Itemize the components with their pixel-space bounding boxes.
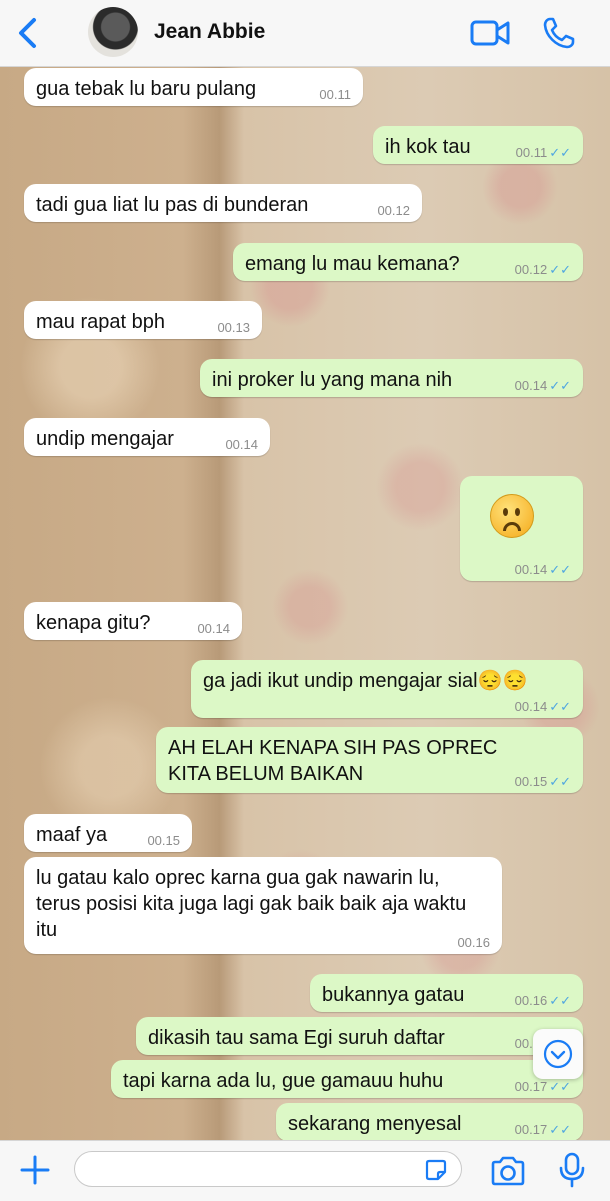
message-bubble-outgoing[interactable]: ih kok tau 00.11 ✓✓ <box>373 126 583 164</box>
message-time: 00.14 <box>514 562 548 577</box>
message-bubble-outgoing[interactable]: tapi karna ada lu, gue gamauu huhu 00.17… <box>111 1060 583 1098</box>
chat-header: Jean Abbie <box>0 0 610 67</box>
message-bubble-outgoing[interactable]: bukannya gatau 00.16 ✓✓ <box>310 974 583 1012</box>
message-bubble-outgoing[interactable]: dikasih tau sama Egi suruh daftar 00.16✓… <box>136 1017 583 1055</box>
message-time: 00.13 <box>217 320 250 335</box>
message-time: 00.14 <box>225 437 258 452</box>
message-text: dikasih tau sama Egi suruh daftar <box>148 1027 445 1049</box>
message-bubble-outgoing[interactable]: ga jadi ikut undip mengajar sial😔😔 00.14… <box>191 660 583 718</box>
sticker-icon[interactable] <box>424 1158 448 1182</box>
message-time: 00.14 <box>514 378 548 393</box>
read-ticks-icon: ✓✓ <box>549 699 571 714</box>
scroll-to-bottom-button[interactable] <box>533 1029 583 1079</box>
chat-area[interactable]: gua tebak lu baru pulang 00.11 ih kok ta… <box>0 67 610 1140</box>
message-time: 00.15 <box>147 833 180 848</box>
message-bubble-incoming[interactable]: lu gatau kalo oprec karna gua gak nawari… <box>24 857 502 954</box>
message-text: maaf ya <box>36 824 108 846</box>
message-time: 00.15 <box>514 774 548 789</box>
message-text: mau rapat bph <box>36 311 165 333</box>
back-chevron-icon[interactable] <box>14 16 44 50</box>
message-bubble-incoming[interactable]: maaf ya 00.15 <box>24 814 192 852</box>
message-text: ih kok tau <box>385 136 471 158</box>
message-time: 00.14 <box>197 621 230 636</box>
message-time: 00.17 <box>514 1079 548 1094</box>
message-bubble-outgoing-emoji[interactable]: 00.14 ✓✓ <box>460 476 583 581</box>
read-ticks-icon: ✓✓ <box>549 145 571 160</box>
message-time: 00.14 <box>514 699 548 714</box>
read-ticks-icon: ✓✓ <box>549 562 571 577</box>
camera-icon[interactable] <box>490 1156 526 1186</box>
message-text: undip mengajar <box>36 428 174 450</box>
avatar[interactable] <box>88 7 138 57</box>
message-text: gua tebak lu baru pulang <box>36 78 257 100</box>
microphone-icon[interactable] <box>558 1152 586 1188</box>
read-ticks-icon: ✓✓ <box>549 262 571 277</box>
read-ticks-icon: ✓✓ <box>549 774 571 789</box>
message-time: 00.16 <box>514 993 548 1008</box>
message-bubble-incoming[interactable]: tadi gua liat lu pas di bunderan 00.12 <box>24 184 422 222</box>
read-ticks-icon: ✓✓ <box>549 1122 571 1137</box>
message-bubble-incoming[interactable]: undip mengajar 00.14 <box>24 418 270 456</box>
message-bubble-incoming[interactable]: mau rapat bph 00.13 <box>24 301 262 339</box>
message-text: AH ELAH KENAPA SIH PAS OPREC KITA BELUM … <box>168 737 498 785</box>
message-text: kenapa gitu? <box>36 612 151 634</box>
message-text: sekarang menyesal <box>288 1113 462 1135</box>
message-bubble-outgoing[interactable]: emang lu mau kemana? 00.12 ✓✓ <box>233 243 583 281</box>
contact-name[interactable]: Jean Abbie <box>154 20 265 44</box>
message-time: 00.16 <box>457 935 490 950</box>
message-time: 00.17 <box>514 1122 548 1137</box>
message-text: emang lu mau kemana? <box>245 253 460 275</box>
video-call-icon[interactable] <box>470 17 510 49</box>
message-input[interactable] <box>74 1151 462 1187</box>
message-bubble-incoming[interactable]: kenapa gitu? 00.14 <box>24 602 242 640</box>
message-text: bukannya gatau <box>322 984 465 1006</box>
message-bubble-outgoing[interactable]: sekarang menyesal 00.17 ✓✓ <box>276 1103 583 1140</box>
message-text: tapi karna ada lu, gue gamauu huhu <box>123 1070 444 1092</box>
plus-icon[interactable] <box>20 1155 50 1185</box>
message-time: 00.12 <box>377 203 410 218</box>
message-time: 00.11 <box>319 87 351 102</box>
phone-call-icon[interactable] <box>542 16 576 50</box>
message-time: 00.12 <box>514 262 548 277</box>
message-time: 00.11 <box>515 145 548 160</box>
message-text: ga jadi ikut undip mengajar sial😔😔 <box>203 670 528 692</box>
read-ticks-icon: ✓✓ <box>549 378 571 393</box>
frowning-face-emoji <box>490 494 534 538</box>
chevron-down-icon <box>543 1039 573 1069</box>
message-bubble-incoming[interactable]: gua tebak lu baru pulang 00.11 <box>24 68 363 106</box>
message-text: lu gatau kalo oprec karna gua gak nawari… <box>36 867 467 941</box>
read-ticks-icon: ✓✓ <box>549 1079 571 1094</box>
message-text: ini proker lu yang mana nih <box>212 369 453 391</box>
message-bubble-outgoing[interactable]: ini proker lu yang mana nih 00.14 ✓✓ <box>200 359 583 397</box>
message-text: tadi gua liat lu pas di bunderan <box>36 194 309 216</box>
message-bubble-outgoing[interactable]: AH ELAH KENAPA SIH PAS OPREC KITA BELUM … <box>156 727 583 793</box>
read-ticks-icon: ✓✓ <box>549 993 571 1008</box>
